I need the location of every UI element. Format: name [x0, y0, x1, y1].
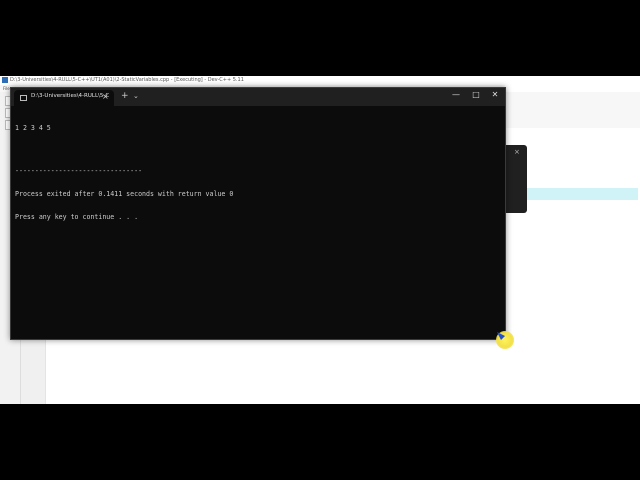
menu-item-file[interactable]: File	[3, 85, 10, 92]
terminal-icon	[20, 95, 27, 101]
tab-close-icon[interactable]: ×	[102, 92, 109, 101]
terminal-tab-title: D:\3-Universities\4-RULL\5-C	[31, 93, 110, 99]
output-line: 1 2 3 4 5	[15, 123, 51, 132]
output-line: Press any key to continue . . .	[15, 213, 139, 222]
background-dark-window: ×	[505, 145, 527, 213]
output-separator: --------------------------------	[15, 166, 143, 175]
terminal-output[interactable]: 1 2 3 4 5 ------------------------------…	[15, 109, 501, 238]
mouse-cursor-icon	[496, 331, 514, 349]
chevron-down-icon[interactable]: ⌄	[133, 92, 139, 100]
minimize-button[interactable]: —	[449, 90, 463, 99]
output-line: Process exited after 0.1411 seconds with…	[15, 189, 234, 198]
new-tab-button[interactable]: +	[121, 91, 129, 101]
terminal-window: D:\3-Universities\4-RULL\5-C × + ⌄ — □ ✕…	[10, 87, 506, 340]
ide-window-title: D:\3-Universities\4-RULL\5-C++\UT1(A01)\…	[10, 77, 244, 83]
maximize-button[interactable]: □	[469, 90, 483, 99]
close-button[interactable]: ✕	[488, 90, 502, 99]
screen: D:\3-Universities\4-RULL\5-C++\UT1(A01)\…	[0, 76, 640, 404]
ide-title-right-area	[505, 76, 640, 92]
terminal-tab-bar: D:\3-Universities\4-RULL\5-C × + ⌄ — □ ✕	[11, 88, 505, 106]
devcpp-app-icon	[2, 77, 8, 83]
terminal-tab[interactable]: D:\3-Universities\4-RULL\5-C ×	[14, 90, 114, 106]
close-icon[interactable]: ×	[514, 148, 520, 156]
